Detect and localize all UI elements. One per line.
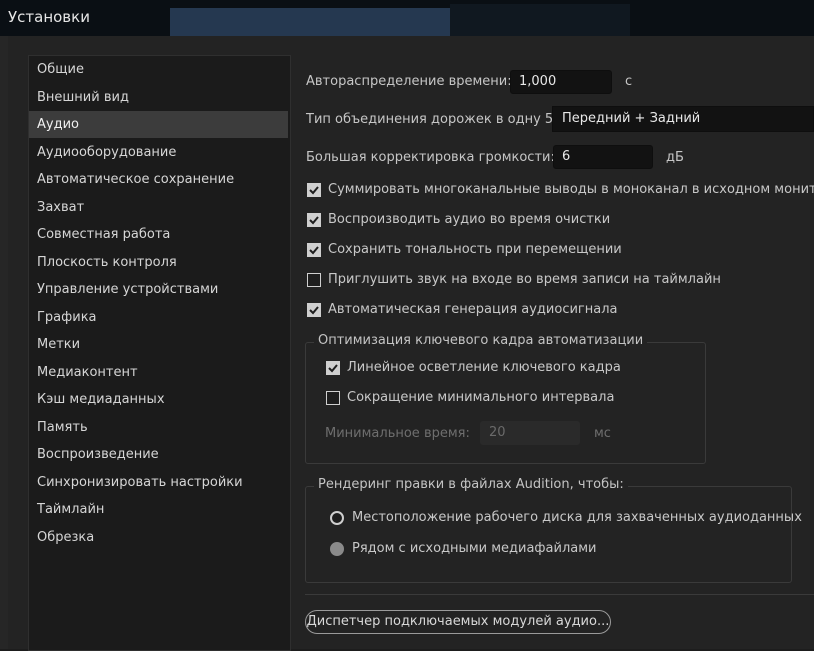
loudness-input[interactable]: 6 <box>553 145 653 169</box>
checkbox-check-icon[interactable] <box>307 183 321 197</box>
checkbox-check-icon[interactable] <box>307 213 321 227</box>
checkbox-label: Линейное осветление ключевого кадра <box>347 360 621 375</box>
sidebar-item-device-control[interactable]: Управление устройствами <box>29 276 288 303</box>
checkbox-box-icon[interactable] <box>326 391 340 405</box>
sidebar-item-audio-hardware[interactable]: Аудиооборудование <box>29 139 288 166</box>
checkbox-label: Приглушить звук на входе во время записи… <box>328 272 721 287</box>
sidebar-item-trim[interactable]: Обрезка <box>29 524 288 551</box>
sidebar-item-media-cache[interactable]: Кэш медиаданных <box>29 386 288 413</box>
group-title: Рендеринг правки в файлах Audition, чтоб… <box>314 477 628 492</box>
sidebar-item-sync-settings[interactable]: Синхронизировать настройки <box>29 469 288 496</box>
auto-time-label: Автораспределение времени: <box>306 74 512 89</box>
radio-label: Местоположение рабочего диска для захвач… <box>352 510 802 525</box>
auto-time-input[interactable]: 1,000 <box>510 70 612 94</box>
window-title: Установки <box>8 8 90 26</box>
checkbox-check-icon[interactable] <box>307 303 321 317</box>
sidebar-item-auto-save[interactable]: Автоматическое сохранение <box>29 166 288 193</box>
checkbox-label: Сокращение минимального интервала <box>347 390 615 405</box>
sidebar-item-appearance[interactable]: Внешний вид <box>29 84 288 111</box>
sidebar-item-playback[interactable]: Воспроизведение <box>29 441 288 468</box>
checkbox-box-icon[interactable] <box>307 273 321 287</box>
radio-on-icon[interactable] <box>330 542 344 556</box>
audition-render-group: Рендеринг правки в файлах Audition, чтоб… <box>305 477 792 583</box>
background-window-blur <box>450 4 630 36</box>
sidebar-item-memory[interactable]: Память <box>29 414 288 441</box>
sidebar-item-labels[interactable]: Метки <box>29 331 288 358</box>
sidebar-item-control-surface[interactable]: Плоскость контроля <box>29 249 288 276</box>
sidebar-item-capture[interactable]: Захват <box>29 194 288 221</box>
checkbox-label: Суммировать многоканальные выводы в моно… <box>328 182 814 197</box>
sidebar-item-collaboration[interactable]: Совместная работа <box>29 221 288 248</box>
checkbox-check-icon[interactable] <box>326 361 340 375</box>
track-merge-label: Тип объединения дорожек в одну 5.1: <box>306 112 570 127</box>
auto-time-unit: с <box>625 74 633 89</box>
audio-plugin-manager-button[interactable]: Диспетчер подключаемых модулей аудио... <box>305 610 611 634</box>
loudness-label: Большая корректировка громкости: <box>306 150 555 165</box>
min-time-input[interactable]: 20 <box>480 421 580 445</box>
checkbox-label: Сохранить тональность при перемещении <box>328 242 622 257</box>
sidebar-item-audio[interactable]: Аудио <box>29 111 288 138</box>
group-title: Оптимизация ключевого кадра автоматизаци… <box>314 333 648 348</box>
window-titlebar: Установки <box>0 0 814 36</box>
divider <box>305 594 814 595</box>
min-time-label: Минимальное время: <box>325 426 470 441</box>
radio-off-icon[interactable] <box>330 511 344 525</box>
preferences-sidebar: Общие Внешний вид Аудио Аудиооборудовани… <box>28 55 291 651</box>
loudness-unit: дБ <box>666 150 684 165</box>
sidebar-item-graphics[interactable]: Графика <box>29 304 288 331</box>
background-window-blur <box>170 8 450 36</box>
radio-label: Рядом с исходными медиафайлами <box>352 541 597 556</box>
checkbox-label: Автоматическая генерация аудиосигнала <box>328 302 618 317</box>
checkbox-label: Воспроизводить аудио во время очистки <box>328 212 611 227</box>
sidebar-item-general[interactable]: Общие <box>29 56 288 83</box>
min-time-unit: мс <box>594 426 611 441</box>
sidebar-item-media[interactable]: Медиаконтент <box>29 359 288 386</box>
track-merge-select[interactable]: Передний + Задний <box>552 106 814 132</box>
checkbox-check-icon[interactable] <box>307 243 321 257</box>
sidebar-item-timeline[interactable]: Таймлайн <box>29 496 288 523</box>
